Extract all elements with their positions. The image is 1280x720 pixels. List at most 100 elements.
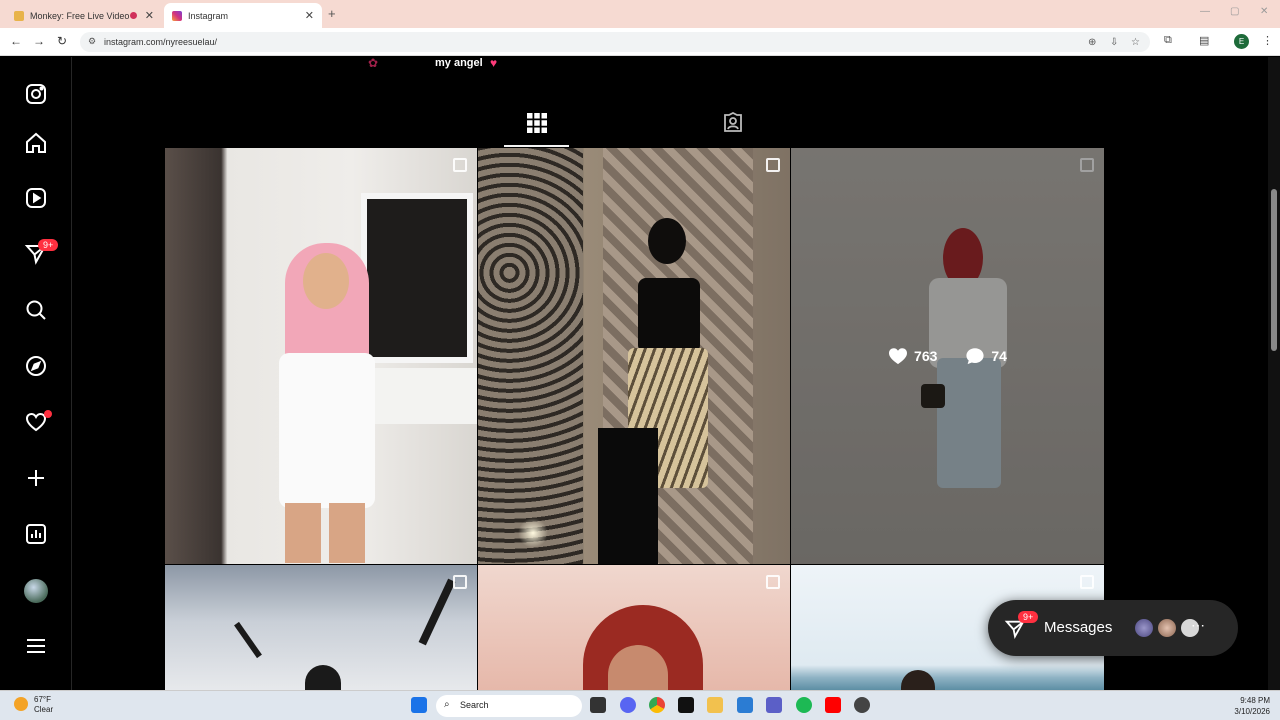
- search-icon[interactable]: [22, 296, 50, 324]
- notification-dot: [44, 410, 52, 418]
- profile-avatar[interactable]: [24, 579, 48, 603]
- emoji-flower-icon: ✿: [368, 57, 379, 70]
- instagram-page: 9+ ✿ my angel ♥ 763 74 9+ Messages ⋯: [0, 57, 1280, 690]
- conversation-avatar: [1133, 617, 1155, 639]
- carousel-indicator-icon: [766, 158, 780, 172]
- carousel-indicator-icon: [1080, 575, 1094, 589]
- zoom-icon[interactable]: ⊕: [1088, 37, 1096, 48]
- back-icon[interactable]: ←: [10, 34, 22, 48]
- pebble-wall: [478, 148, 583, 564]
- post-tile[interactable]: [478, 148, 790, 564]
- carousel-indicator-icon: [766, 575, 780, 589]
- chrome-icon[interactable]: [649, 697, 665, 713]
- carousel-indicator-icon: [453, 158, 467, 172]
- messages-badge: 9+: [38, 239, 59, 251]
- tagged-person-icon: [724, 111, 742, 132]
- conversation-avatar: [1156, 617, 1178, 639]
- clock-time: 9:48 PM: [1240, 696, 1270, 705]
- carousel-indicator-icon: [453, 575, 467, 589]
- app-icon[interactable]: [854, 697, 870, 713]
- more-menu-icon[interactable]: [22, 632, 50, 660]
- grid-icon: [527, 113, 547, 133]
- url-bar[interactable]: ⚙ instagram.com/nyreesuelau/ ⊕ ⇩ ☆: [80, 32, 1150, 52]
- app-icon[interactable]: [590, 697, 606, 713]
- raised-arm-shape: [234, 621, 262, 659]
- address-toolbar: ← → ↻ ⚙ instagram.com/nyreesuelau/ ⊕ ⇩ ☆…: [0, 28, 1280, 56]
- weather-condition: Clear: [34, 705, 54, 714]
- page-scrollbar[interactable]: [1268, 57, 1280, 690]
- post-tile[interactable]: [165, 565, 477, 690]
- new-tab-icon[interactable]: +: [328, 6, 336, 21]
- close-tab-icon[interactable]: ✕: [305, 9, 314, 22]
- post-tile-hovered[interactable]: 763 74: [791, 148, 1104, 564]
- tab-title: Monkey: Free Live Video Ch: [30, 10, 130, 21]
- weather-temp: 67°F: [34, 695, 51, 704]
- post-tile[interactable]: [478, 565, 790, 690]
- monkey-favicon-icon: [14, 10, 24, 21]
- file-explorer-icon[interactable]: [707, 697, 723, 713]
- create-icon[interactable]: [22, 464, 50, 492]
- posts-grid-tab[interactable]: [526, 112, 548, 134]
- close-tab-icon[interactable]: ✕: [145, 9, 154, 22]
- white-dress-shape: [279, 353, 375, 508]
- minimize-icon[interactable]: —: [1200, 6, 1210, 17]
- messages-drawer-button[interactable]: 9+ Messages ⋯: [988, 600, 1238, 656]
- comments-count: 74: [991, 348, 1007, 364]
- reels-icon[interactable]: [22, 184, 50, 212]
- profile-bio-line: my angel: [435, 57, 483, 69]
- search-label: Search: [460, 700, 489, 710]
- dark-coat-shape: [598, 428, 658, 564]
- tab-monkey[interactable]: Monkey: Free Live Video Ch ✕: [6, 3, 162, 28]
- legs-shape: [329, 503, 365, 563]
- posts-grid: 763 74: [165, 148, 1104, 690]
- tab-title: Instagram: [188, 10, 229, 21]
- dashboard-icon[interactable]: [22, 520, 50, 548]
- maximize-icon[interactable]: ▢: [1230, 6, 1239, 17]
- install-app-icon[interactable]: ⇩: [1110, 37, 1118, 48]
- instagram-logo-icon[interactable]: [22, 80, 50, 108]
- search-icon: ⌕: [444, 699, 450, 710]
- dark-hair-shape: [648, 218, 686, 264]
- black-top-shape: [638, 278, 700, 353]
- system-clock[interactable]: 9:48 PM 3/10/2026: [1222, 695, 1270, 717]
- comment-filled-icon: [966, 348, 984, 365]
- spotify-icon[interactable]: [796, 697, 812, 713]
- instagram-favicon-icon: [172, 10, 182, 21]
- explore-icon[interactable]: [22, 352, 50, 380]
- side-panel-icon[interactable]: ▤: [1199, 34, 1209, 47]
- forward-icon[interactable]: →: [33, 34, 45, 48]
- head-shape: [305, 665, 341, 690]
- discord-icon[interactable]: [620, 697, 636, 713]
- chrome-menu-icon[interactable]: ⋮: [1262, 34, 1273, 47]
- teams-icon[interactable]: [766, 697, 782, 713]
- scrollbar-thumb[interactable]: [1271, 189, 1277, 351]
- heart-filled-icon: [889, 348, 908, 365]
- photos-icon[interactable]: [737, 697, 753, 713]
- recording-icon: [129, 12, 137, 19]
- more-icon[interactable]: ⋯: [1191, 617, 1205, 634]
- tagged-tab[interactable]: [722, 111, 744, 134]
- nvidia-icon[interactable]: [678, 697, 694, 713]
- raised-arm-shape: [418, 578, 456, 646]
- taskbar-search[interactable]: ⌕ Search: [436, 695, 582, 717]
- youtube-icon[interactable]: [825, 697, 841, 713]
- active-tab-indicator: [504, 145, 569, 147]
- likes-stat: 763: [888, 347, 937, 365]
- wall-frame: [361, 193, 473, 363]
- close-window-icon[interactable]: ✕: [1260, 6, 1268, 17]
- tab-instagram[interactable]: Instagram ✕: [164, 3, 322, 28]
- face-shape: [303, 253, 349, 309]
- light-glare: [518, 518, 548, 548]
- windows-start-icon[interactable]: [411, 697, 427, 713]
- browser-profile-avatar[interactable]: E: [1234, 34, 1249, 49]
- browser-tab-bar: Monkey: Free Live Video Ch ✕ Instagram ✕…: [0, 0, 1280, 28]
- home-icon[interactable]: [22, 129, 50, 157]
- site-info-icon[interactable]: ⚙: [88, 36, 96, 47]
- bookmark-star-icon[interactable]: ☆: [1131, 37, 1140, 48]
- post-tile[interactable]: [165, 148, 477, 564]
- url-text: instagram.com/nyreesuelau/: [104, 37, 218, 47]
- reload-icon[interactable]: ↻: [57, 34, 67, 48]
- extensions-icon[interactable]: ⧉: [1164, 34, 1172, 47]
- weather-sun-icon: [14, 697, 28, 711]
- sidebar: 9+: [0, 57, 72, 690]
